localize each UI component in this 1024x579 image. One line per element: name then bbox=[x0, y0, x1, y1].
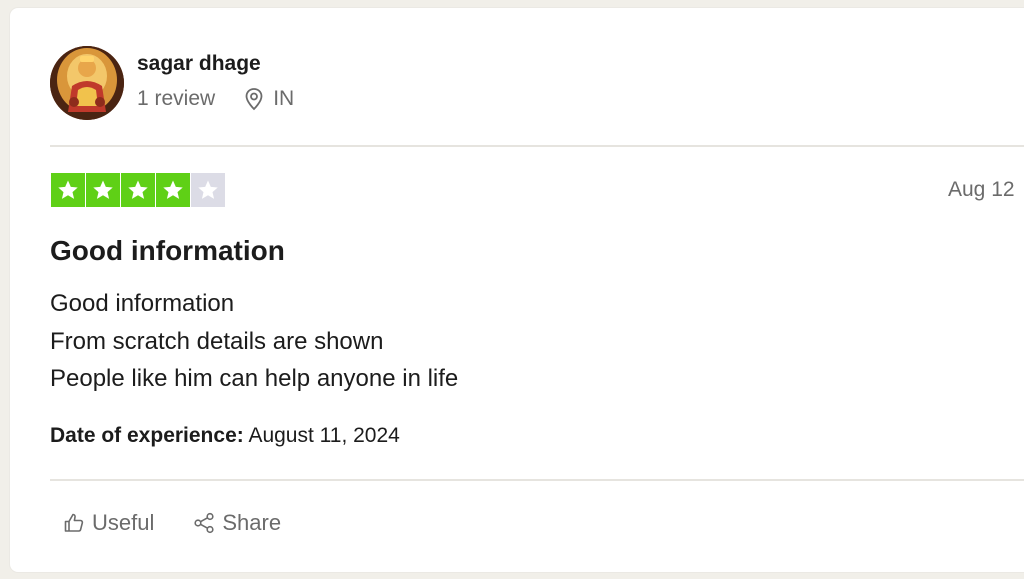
share-icon bbox=[194, 512, 214, 534]
header-divider bbox=[50, 145, 1024, 147]
star-1-icon bbox=[51, 173, 85, 207]
star-4-icon bbox=[156, 173, 190, 207]
review-body: Good information From scratch details ar… bbox=[50, 285, 458, 398]
reviewer-country: IN bbox=[273, 87, 295, 110]
review-body-line: People like him can help anyone in life bbox=[50, 365, 459, 392]
experience-date: August 11, 2024 bbox=[248, 424, 400, 447]
review-actions: Useful Share bbox=[62, 510, 281, 536]
reviewer-meta: 1 review IN bbox=[137, 87, 294, 111]
reviewer-avatar[interactable] bbox=[50, 46, 124, 120]
star-2-icon bbox=[86, 173, 120, 207]
useful-label: Useful bbox=[92, 510, 155, 535]
review-frame: sagar dhage 1 review IN Aug 12 Good info… bbox=[0, 0, 1024, 579]
useful-button[interactable]: Useful bbox=[62, 510, 154, 536]
reviewer-name[interactable]: sagar dhage bbox=[137, 52, 261, 76]
review-date: Aug 12 bbox=[948, 178, 1015, 201]
footer-divider bbox=[50, 479, 1024, 481]
review-body-line: From scratch details are shown bbox=[50, 327, 384, 355]
review-body-line: Good information bbox=[50, 290, 235, 317]
share-button[interactable]: Share bbox=[192, 510, 281, 536]
deity-portrait-icon bbox=[50, 46, 124, 120]
share-label: Share bbox=[222, 510, 282, 535]
star-5-icon bbox=[191, 173, 225, 207]
star-rating bbox=[51, 173, 225, 207]
thumbs-up-icon bbox=[64, 513, 84, 532]
star-3-icon bbox=[121, 173, 155, 207]
review-count: 1 review bbox=[137, 87, 216, 110]
review-title[interactable]: Good information bbox=[50, 235, 285, 267]
date-of-experience: Date of experience: August 11, 2024 bbox=[50, 424, 400, 448]
location-pin-icon bbox=[243, 87, 265, 111]
experience-label: Date of experience: bbox=[50, 424, 244, 447]
